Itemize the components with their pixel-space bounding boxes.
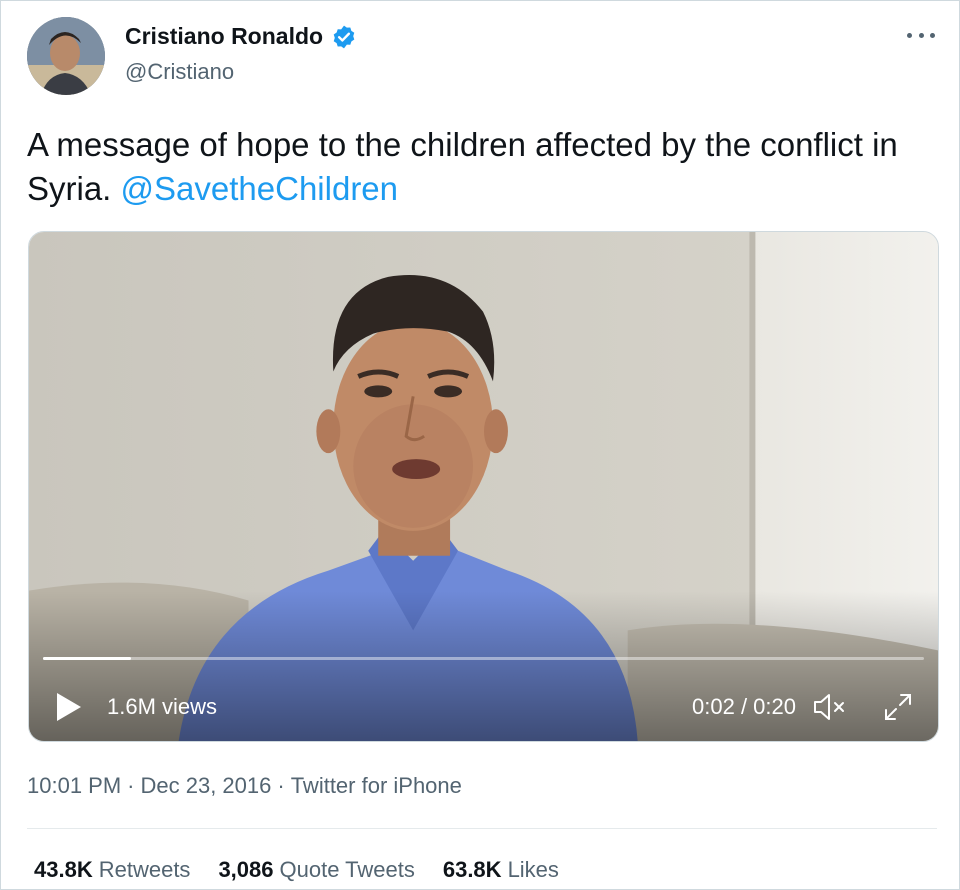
retweets-count: 43.8K	[34, 857, 93, 882]
quote-tweets-label: Quote Tweets	[279, 857, 415, 882]
tweet-source[interactable]: Twitter for iPhone	[291, 773, 462, 799]
avatar[interactable]	[27, 17, 105, 95]
likes-count: 63.8K	[442, 857, 502, 882]
tweet-text: A message of hope to the children affect…	[27, 123, 927, 211]
tweet-time[interactable]: 10:01 PM	[27, 773, 121, 799]
author-name[interactable]: Cristiano Ronaldo	[125, 23, 323, 50]
video-progress-fill	[43, 657, 132, 660]
verified-badge-icon	[331, 24, 357, 50]
view-count: 1.6M views	[107, 694, 218, 719]
divider	[27, 828, 937, 829]
author-name-row[interactable]: Cristiano Ronaldo	[125, 23, 357, 50]
likes-label: Likes	[507, 857, 559, 882]
quote-tweets-count: 3,086	[218, 857, 274, 882]
video-player[interactable]: 1.6M views 0:02 / 0:20	[28, 231, 939, 742]
play-icon[interactable]	[55, 692, 83, 722]
retweets-stat[interactable]: 43.8K Retweets	[34, 857, 190, 883]
more-icon[interactable]	[907, 27, 935, 43]
engagement-stats: 43.8K Retweets 3,086 Quote Tweets 63.8K …	[34, 857, 559, 883]
fullscreen-icon[interactable]	[882, 691, 914, 723]
tweet-date[interactable]: Dec 23, 2016	[141, 773, 272, 799]
meta-separator: ·	[127, 773, 135, 798]
video-time: 0:02 / 0:20	[692, 694, 796, 719]
mention-link[interactable]: @SavetheChildren	[121, 170, 399, 207]
quote-tweets-stat[interactable]: 3,086 Quote Tweets	[218, 857, 414, 883]
mute-icon[interactable]	[812, 691, 852, 723]
video-progress-bar[interactable]	[43, 657, 924, 660]
likes-stat[interactable]: 63.8K Likes	[443, 857, 559, 883]
tweet-meta: 10:01 PM · Dec 23, 2016 · Twitter for iP…	[27, 773, 462, 799]
tweet-card: Cristiano Ronaldo @Cristiano A message o…	[0, 0, 960, 890]
retweets-label: Retweets	[98, 857, 191, 882]
meta-separator: ·	[277, 773, 285, 798]
author-handle[interactable]: @Cristiano	[125, 59, 234, 85]
